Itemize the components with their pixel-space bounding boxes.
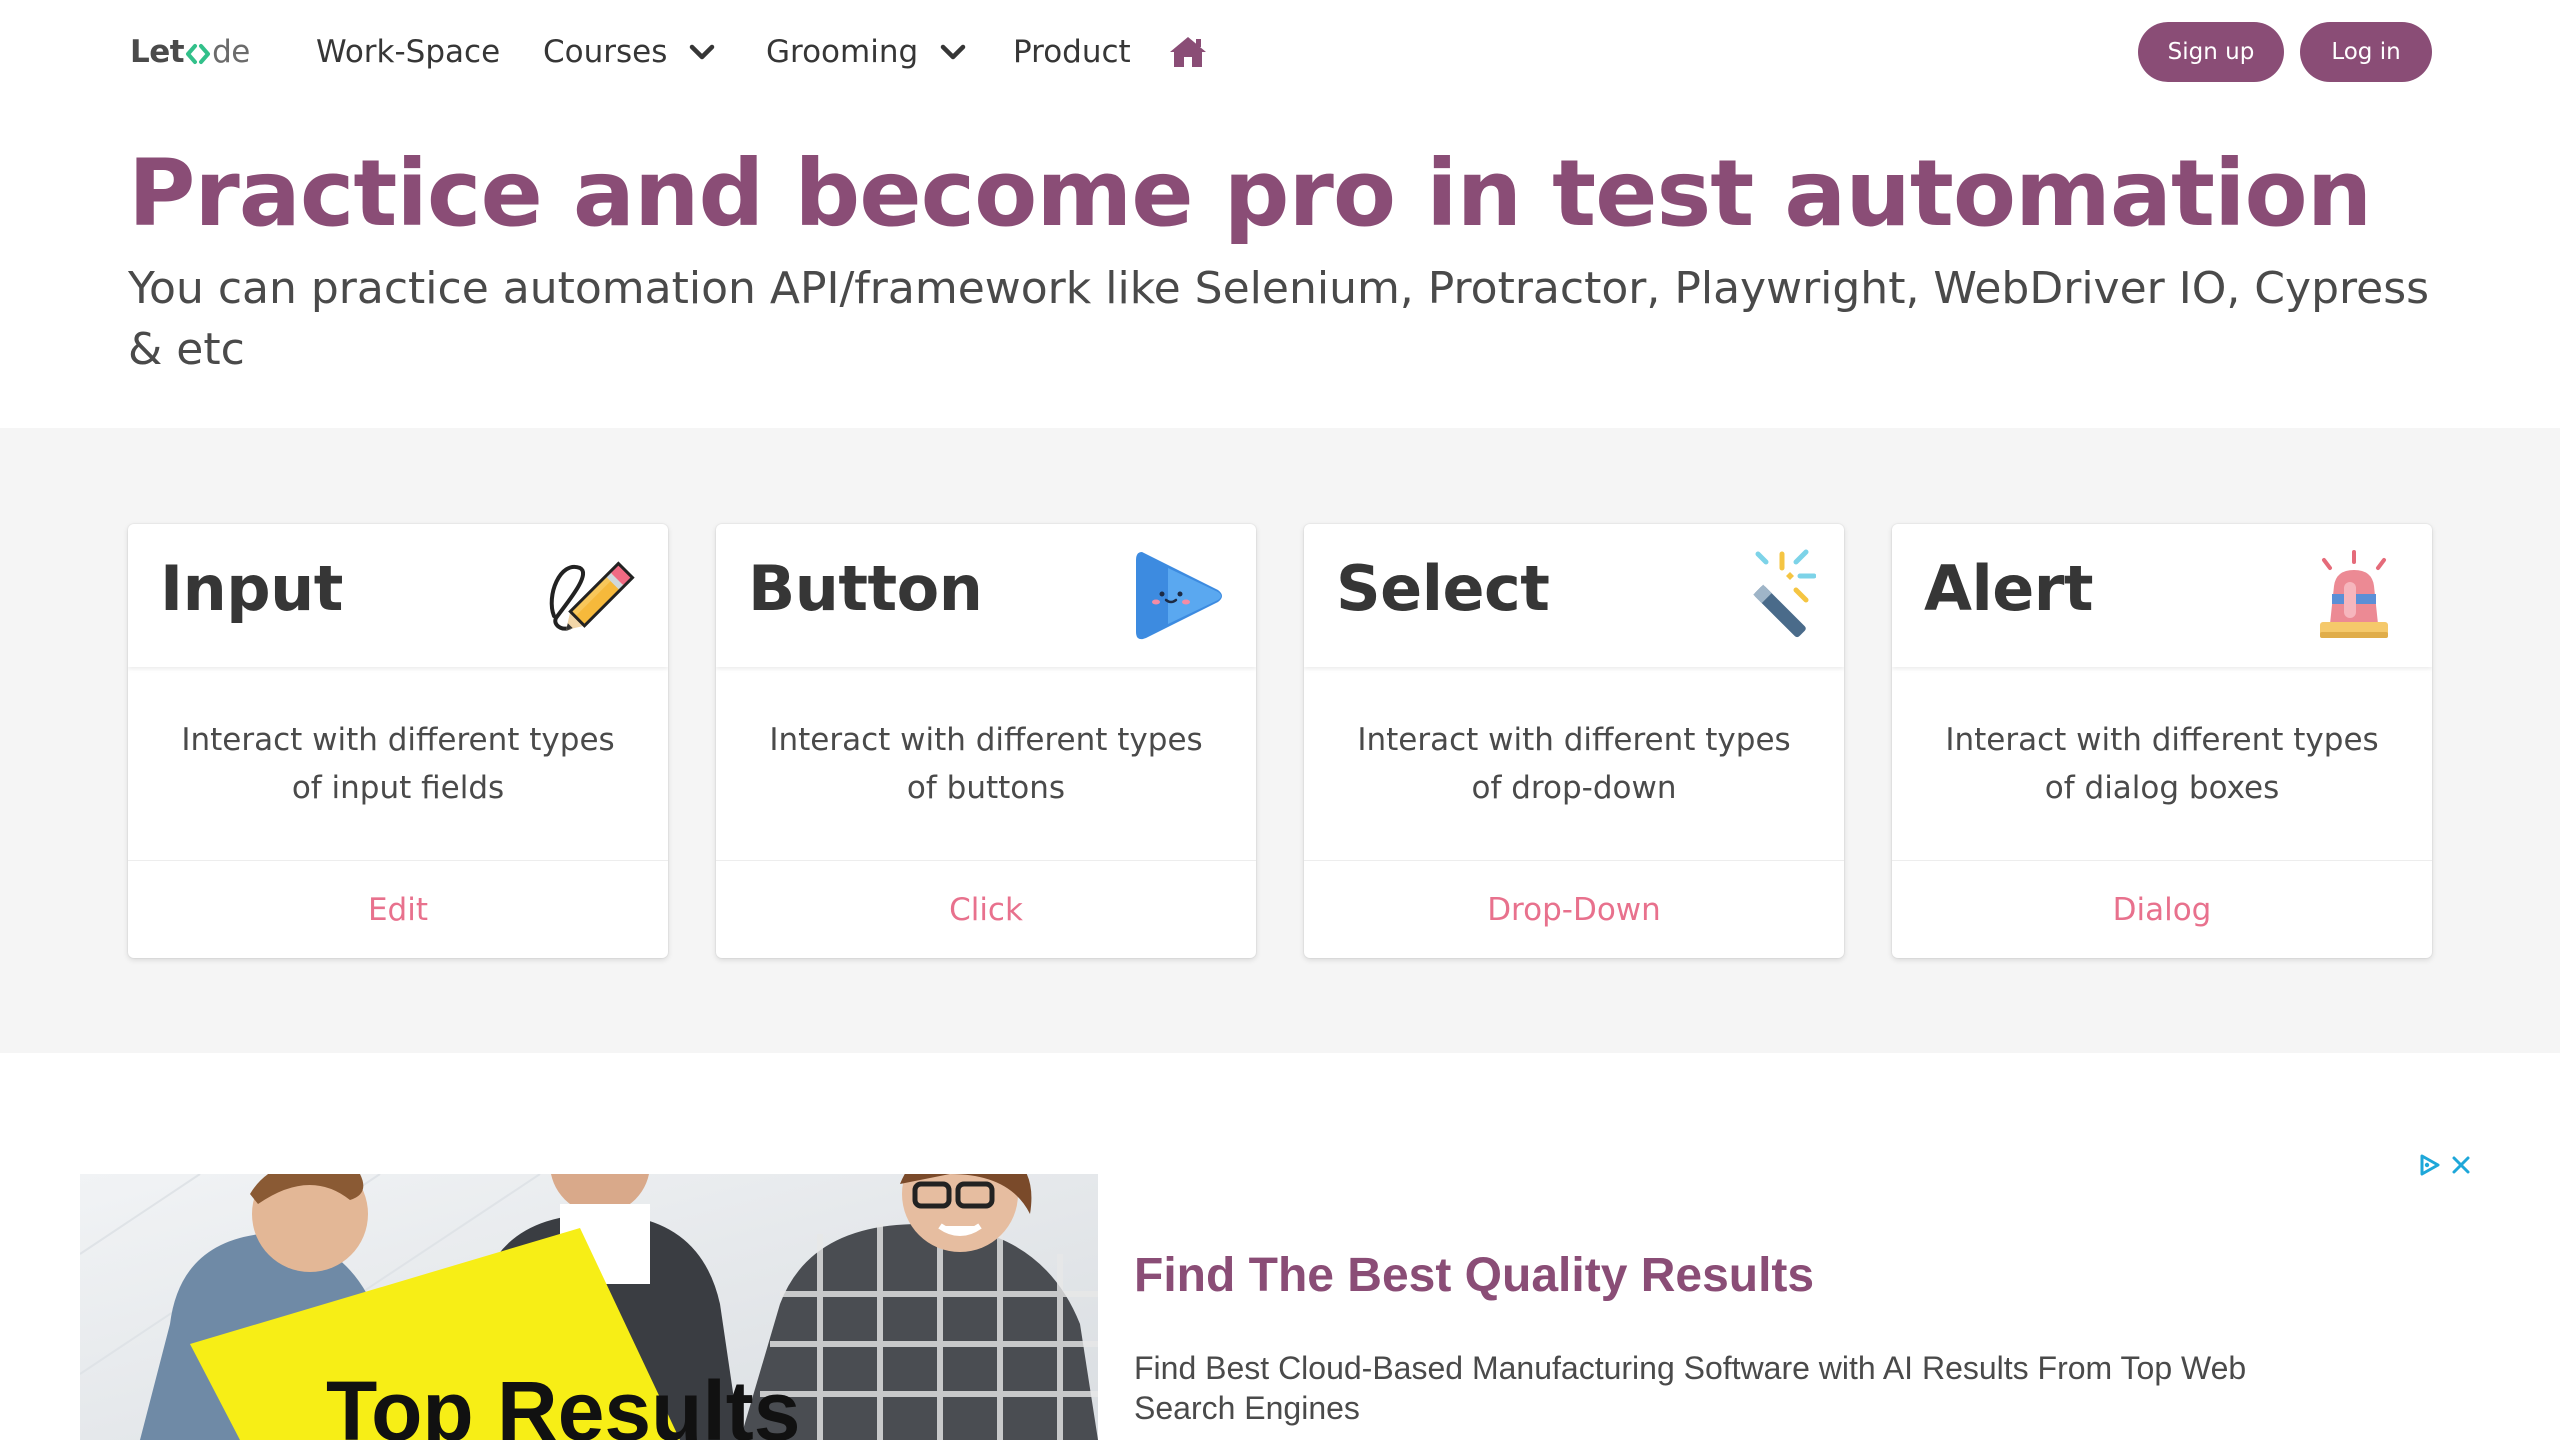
- card-title: Select: [1336, 552, 1550, 625]
- ad-image-text: Top Results: [326, 1364, 800, 1440]
- page-subtitle: You can practice automation API/framewor…: [128, 263, 2430, 375]
- card-alert: Alert Interact with different types of d…: [1892, 524, 2432, 958]
- login-button[interactable]: Log in: [2300, 22, 2432, 82]
- chevron-down-icon: [689, 39, 715, 65]
- card-action-dialog[interactable]: Dialog: [1892, 860, 2432, 958]
- code-brackets-icon: [185, 39, 211, 65]
- card-header: Alert: [1892, 524, 2432, 667]
- navbar: Let de Work-Space Courses Grooming Produ…: [0, 0, 2560, 104]
- home-icon[interactable]: [1168, 34, 1208, 70]
- nav-item-work-space[interactable]: Work-Space: [316, 26, 500, 78]
- brand-logo[interactable]: Let de: [130, 30, 250, 74]
- pencil-icon: [540, 546, 640, 646]
- card-header: Select: [1304, 524, 1844, 667]
- brand-prefix: Let: [130, 34, 185, 70]
- play-button-icon: [1128, 546, 1228, 646]
- card-action-click[interactable]: Click: [716, 860, 1256, 958]
- card-description: Interact with different types of drop-do…: [1357, 721, 1791, 806]
- page-title: Practice and become pro in test automati…: [128, 140, 2372, 247]
- brand-suffix: de: [212, 34, 250, 70]
- card-header: Button: [716, 524, 1256, 667]
- nav-item-label: Work-Space: [316, 34, 501, 70]
- card-description: Interact with different types of buttons: [769, 721, 1203, 806]
- card-action-edit[interactable]: Edit: [128, 860, 668, 958]
- card-input: Input Interact with different types of i…: [128, 524, 668, 958]
- signup-button[interactable]: Sign up: [2138, 22, 2284, 82]
- adchoices-icon[interactable]: [2416, 1152, 2442, 1183]
- nav-item-courses[interactable]: Courses: [543, 26, 715, 78]
- practice-cards-section: Input Interact with different types of i…: [0, 428, 2560, 1053]
- chevron-down-icon: [940, 39, 966, 65]
- ad-image[interactable]: Top Results: [80, 1174, 1098, 1440]
- card-description: Interact with different types of input f…: [181, 721, 615, 806]
- card-action-drop-down[interactable]: Drop-Down: [1304, 860, 1844, 958]
- card-button: Button Interact with different types of …: [716, 524, 1256, 958]
- siren-icon: [2304, 546, 2404, 646]
- card-title: Button: [748, 552, 983, 625]
- nav-item-label: Courses: [543, 34, 668, 70]
- card-title: Input: [160, 552, 343, 625]
- nav-item-product[interactable]: Product: [1013, 26, 1131, 78]
- card-header: Input: [128, 524, 668, 667]
- card-select: Select Interact with different types of …: [1304, 524, 1844, 958]
- ad-description: Find Best Cloud-Based Manufacturing Soft…: [1134, 1350, 2247, 1426]
- ad-controls: [2416, 1152, 2472, 1182]
- card-description: Interact with different types of dialog …: [1945, 721, 2379, 806]
- magic-wand-icon: [1716, 546, 1817, 646]
- nav-item-grooming[interactable]: Grooming: [766, 26, 966, 78]
- nav-item-label: Product: [1013, 34, 1131, 70]
- card-title: Alert: [1924, 552, 2094, 625]
- close-icon[interactable]: [2450, 1154, 2472, 1181]
- ad-headline[interactable]: Find The Best Quality Results: [1134, 1248, 1814, 1303]
- nav-item-label: Grooming: [766, 34, 919, 70]
